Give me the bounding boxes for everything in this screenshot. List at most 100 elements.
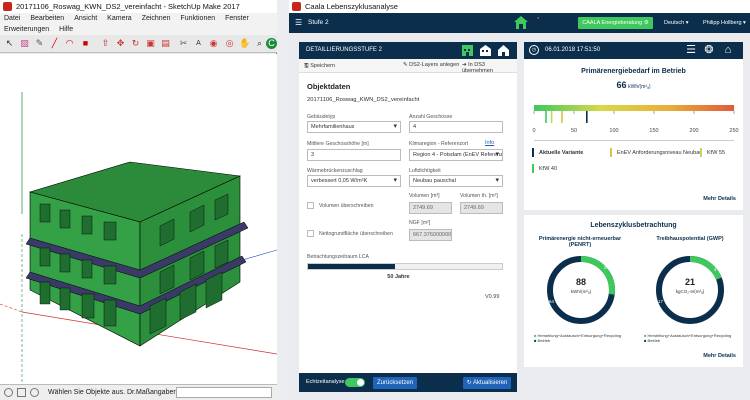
storeys-input[interactable]: 4 — [409, 121, 503, 133]
eraser-tool-icon[interactable]: ▧ — [19, 38, 30, 49]
scale-tool-icon[interactable]: ▣ — [145, 38, 156, 49]
more-details-link-2[interactable]: Mehr Details — [703, 353, 736, 359]
scale-marker — [550, 111, 553, 123]
penrt-legend: ■ Herstellung+Austausch+Entsorgung+Recyc… — [534, 333, 622, 343]
volume-override-checkbox[interactable] — [307, 202, 314, 209]
menu-icon[interactable]: ☰ — [295, 18, 302, 28]
scale-tick-label: 200 — [689, 128, 698, 134]
storeys-label: Anzahl Geschosse — [409, 114, 453, 120]
home-icon[interactable] — [513, 15, 529, 30]
energy-scale: 0 50 100 150 200 250 — [532, 111, 739, 134]
legend-current: Aktuelle Variante — [532, 148, 583, 157]
realtime-toggle[interactable] — [345, 378, 365, 387]
pushpull-tool-icon[interactable]: ⇧ — [100, 38, 111, 49]
building-icon[interactable] — [479, 44, 492, 57]
sketchup-statusbar: Wählen Sie Objekte aus. Dr... Maßangaben — [0, 384, 277, 400]
house-icon[interactable] — [497, 44, 510, 57]
detail-panel-header: DETAILLIERUNGSSTUFE 2 — [299, 42, 517, 59]
scale-marker — [586, 111, 588, 123]
primary-value: 66 — [616, 80, 627, 90]
airtight-select[interactable]: Neubau pauschal — [409, 175, 503, 187]
tape-tool-icon[interactable]: ✂ — [178, 38, 189, 49]
height-label: Mittlere Geschosshöhe [m] — [307, 141, 369, 147]
penrt-dark-label: 64 — [549, 299, 555, 304]
climate-info-link[interactable]: Info — [485, 140, 494, 146]
help-icon — [30, 388, 39, 397]
paint-tool-icon[interactable]: ◉ — [208, 38, 219, 49]
volume-label: Volumen [m³] — [409, 193, 440, 199]
building-type-select[interactable]: Mehrfamilienhaus — [307, 121, 401, 133]
legend-enev: EnEV Anforderungsniveau Neubau — [610, 148, 702, 157]
volume-field: 2749.69 — [409, 202, 452, 214]
move-tool-icon[interactable]: ✥ — [115, 38, 126, 49]
volume-th-label: Volumen th. [m³] — [460, 193, 498, 199]
legend-kfw40: KfW 40 — [532, 164, 557, 173]
offset-tool-icon[interactable]: ▤ — [160, 38, 171, 49]
energy-consulting-button[interactable]: CAALA Energieberatung ⚙ — [578, 17, 653, 29]
lifecycle-title: Lebenszyklusbetrachtung — [590, 222, 677, 229]
menu-datei[interactable]: Datei — [4, 15, 20, 22]
text-tool-icon[interactable]: A — [193, 38, 204, 49]
menu-fenster[interactable]: Fenster — [225, 15, 249, 22]
sketchup-logo-icon — [3, 2, 12, 11]
save-button[interactable]: 🖫 Speichern — [304, 62, 335, 71]
support-icon[interactable]: ❂ — [703, 44, 715, 56]
menu-kamera[interactable]: Kamera — [107, 15, 132, 22]
reset-button[interactable]: Zurücksetzen — [373, 377, 417, 389]
gwp-legend: ■ Herstellung+Austausch+Entsorgung+Recyc… — [644, 333, 732, 343]
menu-zeichnen[interactable]: Zeichnen — [142, 15, 171, 22]
penrt-value: 88 — [575, 277, 586, 287]
menu-erweiterungen[interactable]: Erweiterungen — [4, 26, 49, 33]
ngf-override-checkbox[interactable] — [307, 230, 314, 237]
caala-navbar: ☰ Stufe 2 ● CAALA Energieberatung ⚙ Deut… — [289, 13, 750, 33]
building-model — [0, 92, 277, 384]
refresh-button[interactable]: ↻ Aktualisieren — [463, 377, 511, 389]
climate-select[interactable]: Region 4 - Potsdam (EnEV Referenz — [409, 149, 503, 161]
realtime-label: Echtzeitanalyse — [306, 379, 345, 385]
sketchup-menubar: Datei Bearbeiten Ansicht Kamera Zeichnen Funk… — [0, 13, 277, 35]
ngf-label: NGF [m²] — [409, 220, 431, 226]
ngf-override-label: Nettogrundfläche überschreiben — [319, 231, 393, 237]
menu-hilfe[interactable]: Hilfe — [59, 26, 73, 33]
building-green-icon[interactable] — [461, 44, 474, 57]
line-tool-icon[interactable]: ╱ — [49, 38, 60, 49]
project-name: 20171106_Roswag_KWN_DS2_vereinfacht — [307, 97, 420, 103]
user-menu[interactable]: Philipp Hollberg ▾ — [703, 18, 746, 28]
home-outline-icon[interactable]: ⌂ — [722, 44, 734, 56]
menu-bearbeiten[interactable]: Bearbeiten — [30, 15, 64, 22]
primary-value-row: 66 kWh/(m²ₐ) — [524, 80, 743, 90]
lca-slider-fill — [308, 264, 396, 269]
document-icon[interactable]: ☰ — [685, 44, 697, 56]
geo-icon — [17, 388, 26, 397]
volume-override-label: Volumen überschreiben — [319, 203, 374, 209]
sketchup-3d-viewport[interactable] — [0, 54, 277, 384]
section-title: Objektdaten — [307, 82, 351, 91]
lca-slider[interactable] — [307, 263, 503, 270]
shape-tool-icon[interactable]: ■ — [80, 38, 91, 49]
extension-tool-icon[interactable]: C — [266, 38, 277, 49]
pan-tool-icon[interactable]: ✋ — [239, 38, 250, 49]
menu-ansicht[interactable]: Ansicht — [74, 15, 97, 22]
lifecycle-panel: Lebenszyklusbetrachtung Primärenergie ni… — [524, 215, 743, 367]
select-tool-icon[interactable]: ↖ — [4, 38, 15, 49]
pencil-tool-icon[interactable]: ✎ — [34, 38, 45, 49]
result-datetime: 06.01.2018 17:51:50 — [545, 47, 601, 53]
zoom-tool-icon[interactable]: ⌕ — [254, 38, 265, 49]
arc-tool-icon[interactable]: ◠ — [64, 38, 75, 49]
layers-button[interactable]: ✎ DS2-Layers anlegen — [403, 62, 459, 68]
more-details-link[interactable]: Mehr Details — [703, 196, 736, 202]
thermal-bridge-select[interactable]: verbessert 0,05 W/m²K — [307, 175, 401, 187]
height-input[interactable]: 3 — [307, 149, 401, 161]
rotate-tool-icon[interactable]: ↻ — [130, 38, 141, 49]
language-select[interactable]: Deutsch ▾ — [664, 18, 688, 28]
airtight-label: Luftdichtigkeit — [409, 168, 441, 174]
lca-value: 50 Jahre — [387, 274, 410, 280]
sketchup-titlebar: 20171106_Roswag_KWN_DS2_vereinfacht - Sk… — [0, 0, 277, 13]
status-text: Wählen Sie Objekte aus. Dr... — [48, 389, 140, 396]
measure-input[interactable] — [176, 387, 272, 398]
menu-funktionen[interactable]: Funktionen — [180, 15, 215, 22]
nav-stage: Stufe 2 — [308, 19, 329, 26]
transfer-button[interactable]: ➔ In DS3 übernehmen — [462, 62, 517, 74]
penrt-green-label: 24 — [604, 265, 610, 270]
orbit-tool-icon[interactable]: ◎ — [224, 38, 235, 49]
